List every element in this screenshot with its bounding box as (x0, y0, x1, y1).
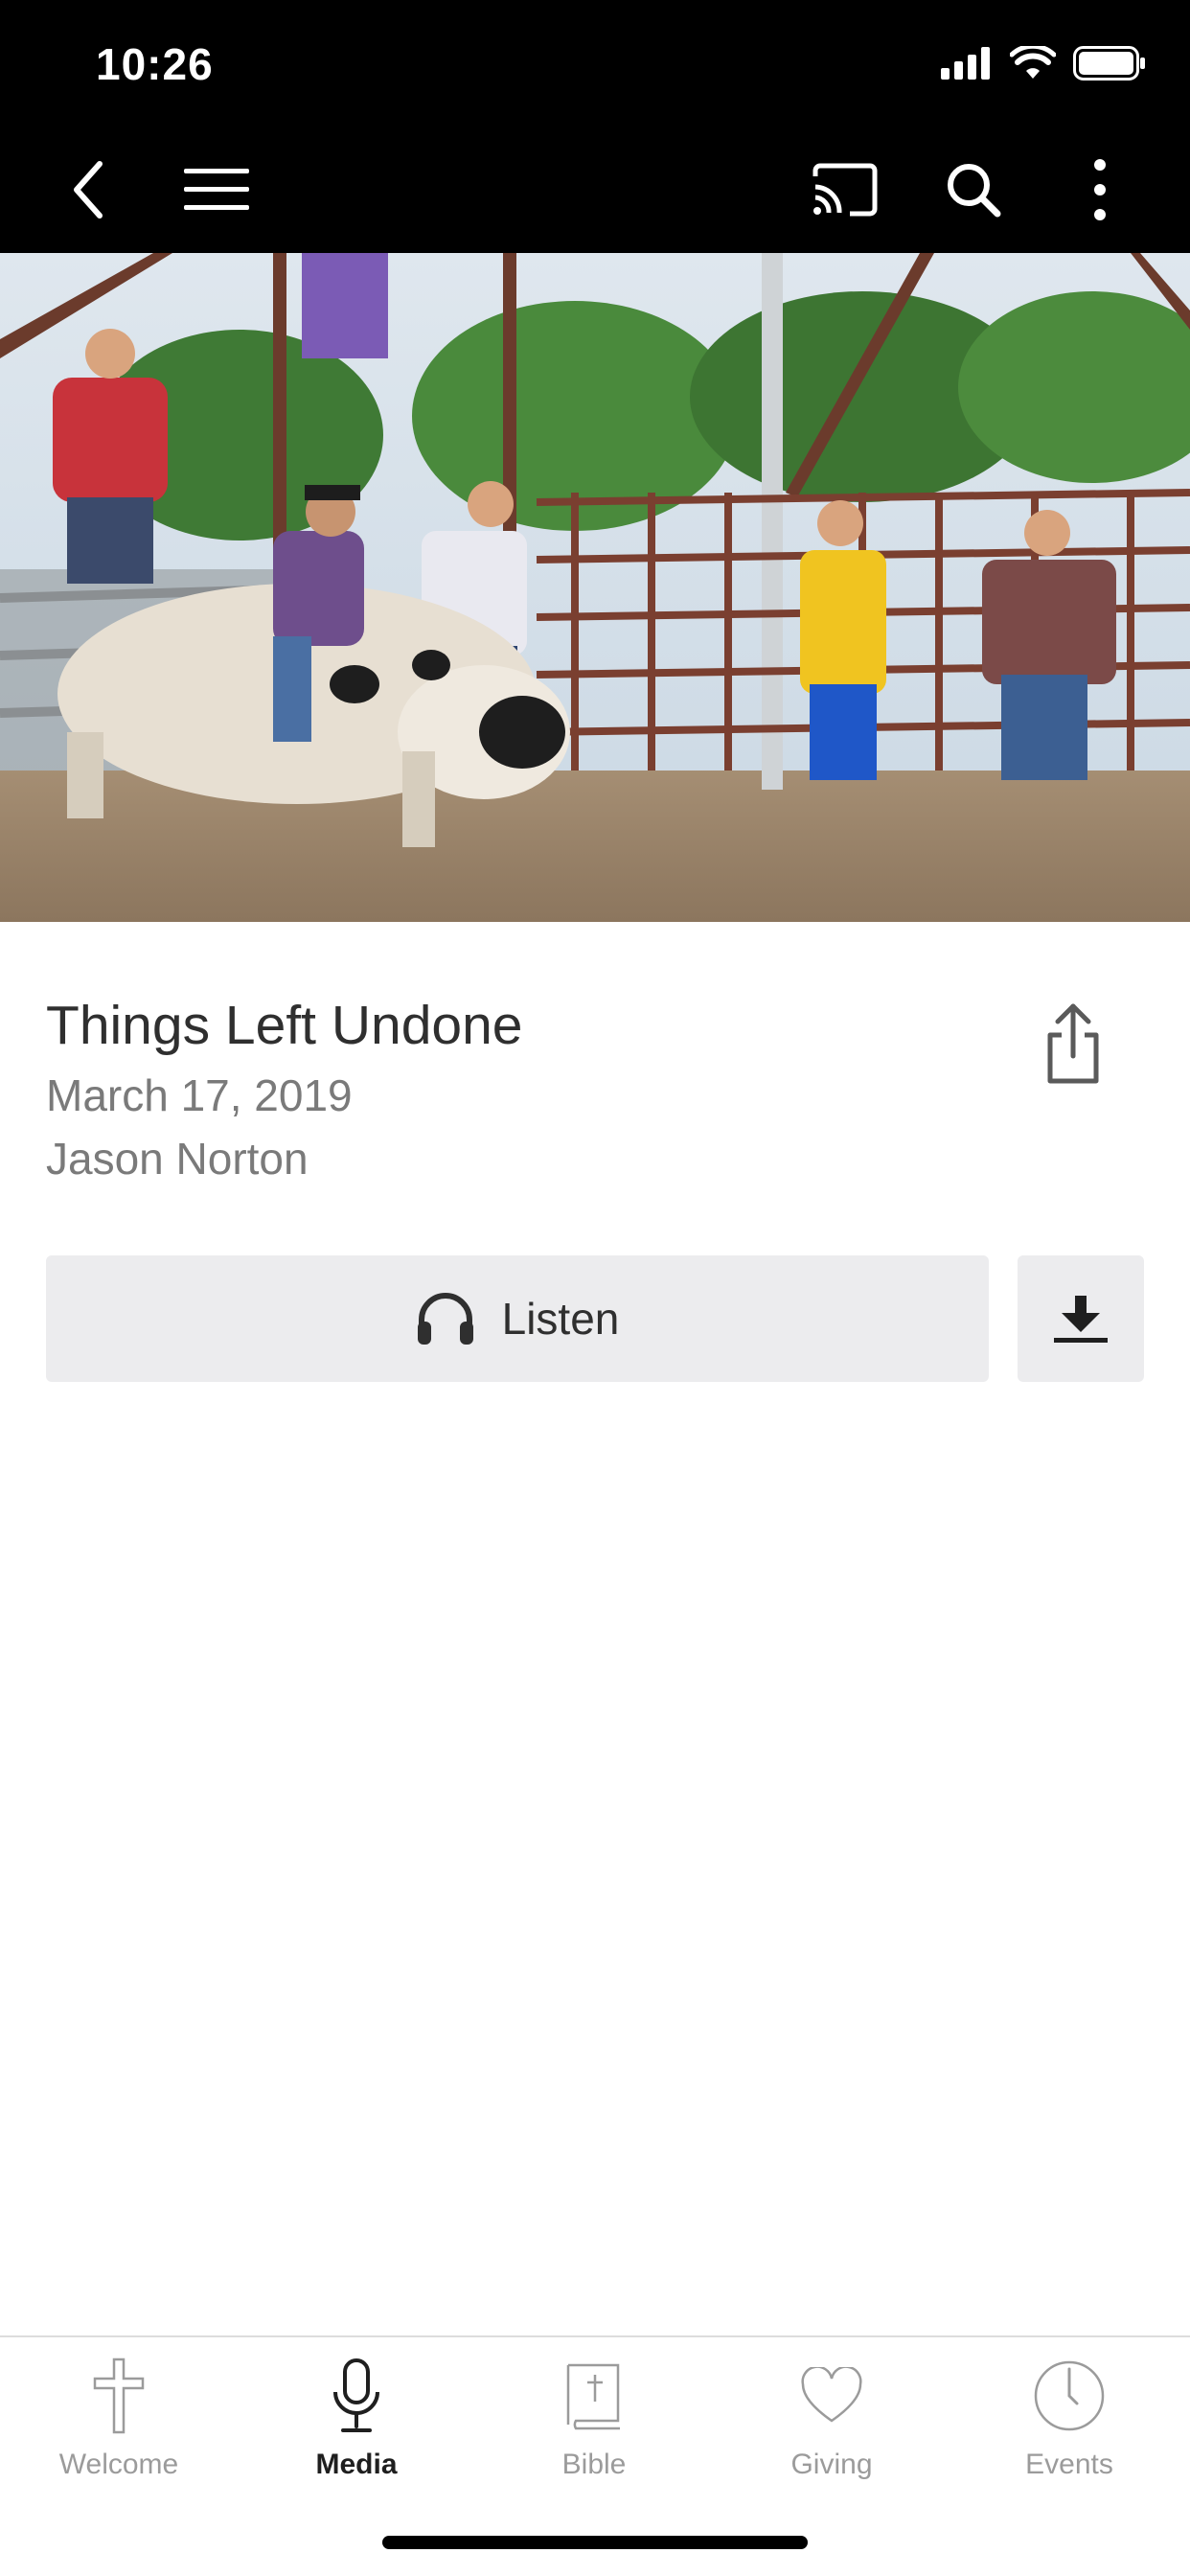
tab-welcome[interactable]: Welcome (0, 2353, 238, 2496)
sermon-title: Things Left Undone (46, 995, 523, 1056)
wifi-icon (1010, 46, 1056, 79)
download-icon (1054, 1296, 1108, 1343)
tab-label: Giving (790, 2449, 873, 2480)
download-button[interactable] (1018, 1255, 1144, 1382)
menu-button[interactable] (169, 126, 264, 253)
tab-bible[interactable]: Bible (475, 2353, 713, 2496)
sermon-image (0, 253, 1190, 922)
listen-button[interactable]: Listen (46, 1255, 989, 1382)
microphone-icon (313, 2353, 400, 2439)
status-icons (941, 46, 1146, 80)
search-button[interactable] (926, 126, 1021, 253)
status-time: 10:26 (96, 39, 214, 89)
tab-events[interactable]: Events (950, 2353, 1188, 2496)
more-vertical-icon (1094, 159, 1106, 220)
tab-label: Events (1025, 2449, 1113, 2480)
cross-icon (76, 2353, 162, 2439)
share-icon (1047, 1003, 1099, 1084)
status-bar: 10:26 (0, 0, 1190, 126)
tab-giving[interactable]: Giving (713, 2353, 950, 2496)
cast-icon (812, 163, 878, 217)
sermon-speaker: Jason Norton (46, 1134, 309, 1184)
share-button[interactable] (1037, 1000, 1110, 1087)
clock-icon (1026, 2353, 1112, 2439)
sermon-date: March 17, 2019 (46, 1070, 353, 1120)
navigation-bar (0, 126, 1190, 253)
rodeo-photo (0, 253, 1190, 922)
headphones-icon (417, 1293, 473, 1345)
tab-label: Media (315, 2449, 398, 2480)
tab-label: Welcome (58, 2449, 179, 2480)
cast-button[interactable] (797, 126, 893, 253)
more-options-button[interactable] (1052, 126, 1148, 253)
heart-icon (789, 2353, 875, 2439)
chevron-left-icon (74, 161, 103, 218)
battery-icon (1073, 46, 1145, 80)
tab-label: Bible (561, 2449, 627, 2480)
tab-media[interactable]: Media (238, 2353, 475, 2496)
back-button[interactable] (40, 126, 136, 253)
home-indicator (382, 2536, 808, 2549)
listen-label: Listen (501, 1294, 620, 1344)
hamburger-menu-icon (184, 169, 249, 210)
bible-icon (551, 2353, 637, 2439)
sermon-details: Things Left Undone March 17, 2019 Jason … (46, 987, 1004, 1190)
cellular-signal-icon (941, 47, 990, 80)
search-icon (948, 164, 1001, 218)
